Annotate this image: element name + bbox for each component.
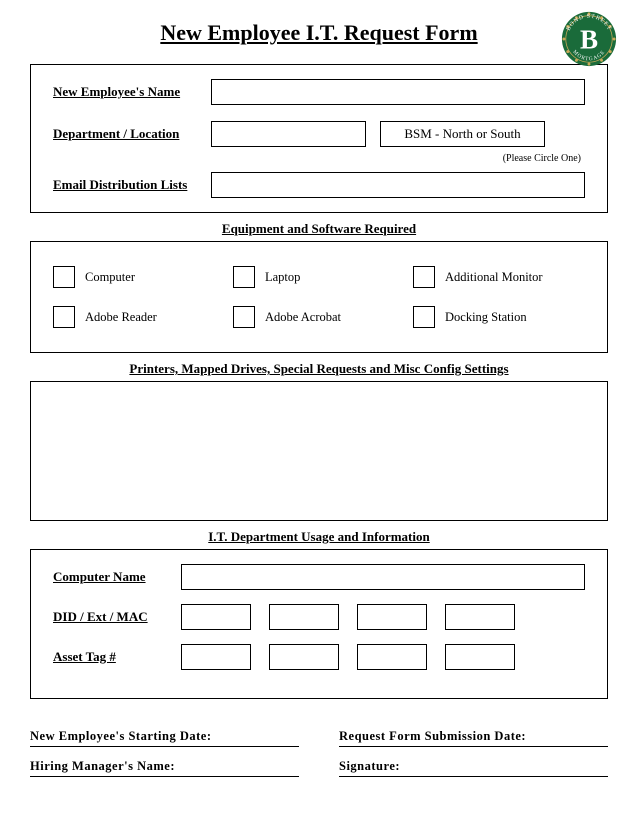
dept-label: Department / Location xyxy=(53,126,211,142)
check-label: Adobe Acrobat xyxy=(265,310,341,325)
check-item-computer: Computer xyxy=(53,266,225,288)
circle-note: (Please Circle One) xyxy=(53,153,581,164)
bsm-option[interactable]: BSM - North or South xyxy=(380,121,545,147)
it-header: I.T. Department Usage and Information xyxy=(30,529,608,545)
check-label: Additional Monitor xyxy=(445,270,543,285)
check-item-docking: Docking Station xyxy=(413,306,585,328)
computer-name-label: Computer Name xyxy=(53,569,181,585)
signature-field[interactable]: Signature: xyxy=(339,759,608,777)
it-section: Computer Name DID / Ext / MAC Asset Tag … xyxy=(30,549,608,699)
dept-input[interactable] xyxy=(211,121,366,147)
employee-info-section: New Employee's Name Department / Locatio… xyxy=(30,64,608,213)
did-input-3[interactable] xyxy=(357,604,427,630)
asset-input-1[interactable] xyxy=(181,644,251,670)
start-date-field[interactable]: New Employee's Starting Date: xyxy=(30,729,299,747)
check-item-monitor: Additional Monitor xyxy=(413,266,585,288)
did-input-1[interactable] xyxy=(181,604,251,630)
name-label: New Employee's Name xyxy=(53,84,211,100)
computer-name-input[interactable] xyxy=(181,564,585,590)
did-input-2[interactable] xyxy=(269,604,339,630)
check-item-laptop: Laptop xyxy=(233,266,405,288)
equipment-section: Computer Laptop Additional Monitor Adobe… xyxy=(30,241,608,353)
checkbox-docking[interactable] xyxy=(413,306,435,328)
checkbox-reader[interactable] xyxy=(53,306,75,328)
checkbox-acrobat[interactable] xyxy=(233,306,255,328)
asset-label: Asset Tag # xyxy=(53,649,181,665)
asset-input-3[interactable] xyxy=(357,644,427,670)
checkbox-computer[interactable] xyxy=(53,266,75,288)
submit-date-field[interactable]: Request Form Submission Date: xyxy=(339,729,608,747)
check-label: Docking Station xyxy=(445,310,527,325)
check-item-acrobat: Adobe Acrobat xyxy=(233,306,405,328)
asset-input-4[interactable] xyxy=(445,644,515,670)
email-input[interactable] xyxy=(211,172,585,198)
svg-text:B: B xyxy=(580,25,598,55)
misc-textarea[interactable] xyxy=(30,381,608,521)
check-item-reader: Adobe Reader xyxy=(53,306,225,328)
footer-section: New Employee's Starting Date: Request Fo… xyxy=(30,729,608,777)
did-label: DID / Ext / MAC xyxy=(53,609,181,625)
company-logo: BOND STREET MORTGAGE B xyxy=(560,10,618,73)
did-input-4[interactable] xyxy=(445,604,515,630)
name-input[interactable] xyxy=(211,79,585,105)
equipment-header: Equipment and Software Required xyxy=(30,221,608,237)
checkbox-laptop[interactable] xyxy=(233,266,255,288)
check-label: Computer xyxy=(85,270,135,285)
misc-header: Printers, Mapped Drives, Special Request… xyxy=(30,361,608,377)
check-label: Adobe Reader xyxy=(85,310,157,325)
checkbox-monitor[interactable] xyxy=(413,266,435,288)
page-title: New Employee I.T. Request Form xyxy=(160,20,477,46)
email-label: Email Distribution Lists xyxy=(53,177,211,193)
asset-input-2[interactable] xyxy=(269,644,339,670)
manager-field[interactable]: Hiring Manager's Name: xyxy=(30,759,299,777)
check-label: Laptop xyxy=(265,270,300,285)
